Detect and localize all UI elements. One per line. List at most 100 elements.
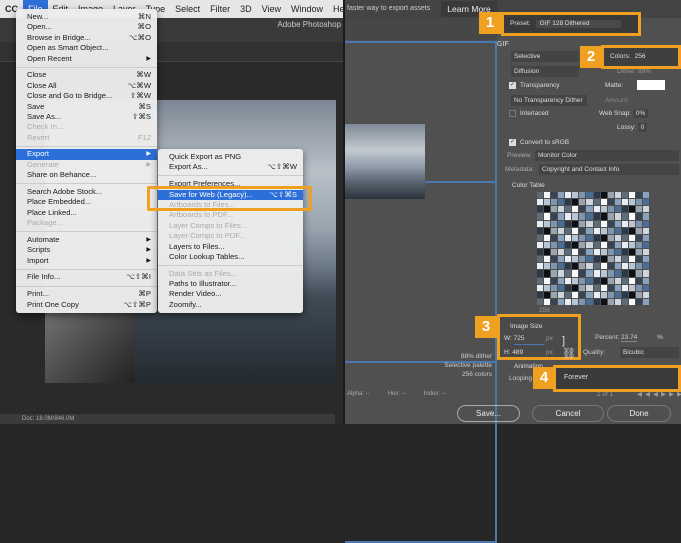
color-swatch[interactable]: [572, 220, 579, 227]
menu-item-close[interactable]: Close ⌘W: [16, 70, 157, 80]
color-swatch[interactable]: [537, 227, 544, 234]
color-swatch[interactable]: [565, 291, 572, 298]
color-swatch[interactable]: [621, 277, 628, 284]
color-swatch[interactable]: [544, 263, 551, 270]
color-swatch[interactable]: [537, 298, 544, 305]
color-swatch[interactable]: [551, 284, 558, 291]
color-swatch[interactable]: [607, 256, 614, 263]
menu-item-import[interactable]: Import ▶: [16, 256, 157, 266]
menu-item-close-and-go-to-bridge[interactable]: Close and Go to Bridge... ⇧⌘W: [16, 91, 157, 101]
color-swatch[interactable]: [621, 206, 628, 213]
color-swatch[interactable]: [600, 256, 607, 263]
color-swatch[interactable]: [572, 227, 579, 234]
color-swatch[interactable]: [586, 192, 593, 199]
color-swatch[interactable]: [635, 256, 642, 263]
color-swatch[interactable]: [621, 220, 628, 227]
menu-item-save[interactable]: Save ⌘S: [16, 102, 157, 112]
color-swatch[interactable]: [579, 298, 586, 305]
lossy-input[interactable]: 0: [637, 123, 648, 132]
color-swatch[interactable]: [628, 298, 635, 305]
color-swatch[interactable]: [642, 234, 649, 241]
color-swatch[interactable]: [642, 270, 649, 277]
color-swatch[interactable]: [635, 291, 642, 298]
color-swatch[interactable]: [607, 284, 614, 291]
preview-photo[interactable]: [345, 124, 425, 199]
color-swatch[interactable]: [593, 220, 600, 227]
color-swatch[interactable]: [579, 249, 586, 256]
menu-item-color-lookup-tables[interactable]: Color Lookup Tables...: [158, 252, 303, 262]
color-swatch[interactable]: [642, 284, 649, 291]
color-swatch[interactable]: [635, 249, 642, 256]
metadata-select[interactable]: Copyright and Contact Info: [539, 164, 679, 175]
color-swatch[interactable]: [537, 256, 544, 263]
menu-item-quick-export-as-png[interactable]: Quick Export as PNG: [158, 152, 303, 162]
color-swatch[interactable]: [628, 206, 635, 213]
color-swatch[interactable]: [593, 241, 600, 248]
menu-item-place-linked[interactable]: Place Linked...: [16, 208, 157, 218]
color-swatch[interactable]: [551, 291, 558, 298]
color-swatch[interactable]: [614, 270, 621, 277]
color-swatch[interactable]: [600, 227, 607, 234]
menu-item-search-adobe-stock[interactable]: Search Adobe Stock...: [16, 187, 157, 197]
color-swatch[interactable]: [544, 256, 551, 263]
color-swatch[interactable]: [621, 298, 628, 305]
color-swatch[interactable]: [565, 249, 572, 256]
color-swatch[interactable]: [642, 199, 649, 206]
color-swatch[interactable]: [628, 213, 635, 220]
color-table-grid[interactable]: [537, 192, 649, 305]
menu-item-generate[interactable]: Generate ▶: [16, 160, 157, 170]
color-swatch[interactable]: [544, 270, 551, 277]
color-swatch[interactable]: [537, 277, 544, 284]
color-swatch[interactable]: [551, 199, 558, 206]
color-swatch[interactable]: [628, 256, 635, 263]
color-swatch[interactable]: [607, 227, 614, 234]
color-swatch[interactable]: [586, 284, 593, 291]
color-swatch[interactable]: [614, 199, 621, 206]
color-swatch[interactable]: [565, 234, 572, 241]
menu-item-automate[interactable]: Automate ▶: [16, 235, 157, 245]
color-swatch[interactable]: [642, 192, 649, 199]
color-swatch[interactable]: [621, 249, 628, 256]
color-swatch[interactable]: [544, 199, 551, 206]
color-swatch[interactable]: [600, 192, 607, 199]
colors-select[interactable]: 256: [635, 53, 646, 61]
color-swatch[interactable]: [579, 277, 586, 284]
color-swatch[interactable]: [544, 213, 551, 220]
color-swatch[interactable]: [586, 206, 593, 213]
color-swatch[interactable]: [607, 249, 614, 256]
color-swatch[interactable]: [635, 241, 642, 248]
color-swatch[interactable]: [593, 298, 600, 305]
color-swatch[interactable]: [544, 291, 551, 298]
color-swatch[interactable]: [558, 270, 565, 277]
menu-item-export-as[interactable]: Export As... ⌥⇧⌘W: [158, 162, 303, 172]
websnap-input[interactable]: 0%: [632, 109, 649, 118]
color-swatch[interactable]: [628, 263, 635, 270]
menu-item-data-sets-as-files[interactable]: Data Sets as Files...: [158, 269, 303, 279]
color-swatch[interactable]: [586, 291, 593, 298]
color-swatch[interactable]: [579, 256, 586, 263]
color-swatch[interactable]: [593, 206, 600, 213]
color-swatch[interactable]: [558, 284, 565, 291]
color-swatch[interactable]: [635, 270, 642, 277]
color-swatch[interactable]: [551, 220, 558, 227]
color-swatch[interactable]: [628, 227, 635, 234]
color-swatch[interactable]: [607, 277, 614, 284]
color-swatch[interactable]: [565, 270, 572, 277]
color-swatch[interactable]: [586, 220, 593, 227]
color-swatch[interactable]: [614, 192, 621, 199]
menu-window[interactable]: Window: [286, 0, 328, 18]
color-swatch[interactable]: [558, 256, 565, 263]
color-swatch[interactable]: [600, 220, 607, 227]
color-swatch[interactable]: [572, 234, 579, 241]
color-swatch[interactable]: [607, 220, 614, 227]
color-swatch[interactable]: [572, 199, 579, 206]
color-swatch[interactable]: [537, 291, 544, 298]
dither-value[interactable]: 88%: [638, 68, 651, 75]
color-swatch[interactable]: [558, 227, 565, 234]
color-swatch[interactable]: [544, 220, 551, 227]
menu-item-scripts[interactable]: Scripts ▶: [16, 245, 157, 255]
color-swatch[interactable]: [551, 270, 558, 277]
color-swatch[interactable]: [635, 199, 642, 206]
color-swatch[interactable]: [572, 206, 579, 213]
color-swatch[interactable]: [628, 241, 635, 248]
